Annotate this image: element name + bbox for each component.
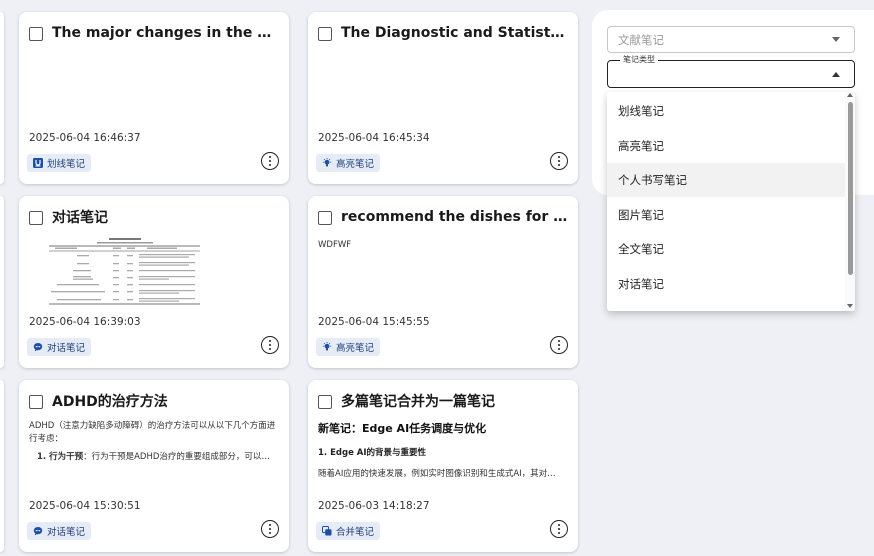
doc-note-placeholder: 文献笔记 xyxy=(618,32,664,47)
more-options-icon[interactable] xyxy=(550,336,568,354)
note-timestamp: 2025-06-04 16:46:37 xyxy=(29,132,141,144)
chat-icon xyxy=(33,342,43,352)
note-timestamp: 2025-06-03 14:18:27 xyxy=(318,500,430,512)
note-type-badge: 对话笔记 xyxy=(27,522,92,540)
highlight-icon xyxy=(322,158,332,168)
select-checkbox[interactable] xyxy=(29,27,43,41)
dropdown-scrollbar[interactable] xyxy=(845,92,855,311)
merge-icon xyxy=(322,526,332,536)
badge-label: 合并笔记 xyxy=(336,527,375,538)
note-title: The major changes in the ASD… xyxy=(52,25,279,41)
note-type-badge: 高亮笔记 xyxy=(316,154,381,172)
note-card[interactable]: 多篇笔记合并为一篇笔记 新笔记：Edge AI任务调度与优化 1. Edge A… xyxy=(308,380,578,552)
note-title: 多篇笔记合并为一篇笔记 xyxy=(341,394,495,410)
note-title: The Diagnostic and Statistical Man… xyxy=(341,25,568,41)
note-body: ADHD（注意力缺陷多动障碍）的治疗方法可以从以下几个方面进行考虑： xyxy=(29,421,276,444)
note-card[interactable]: recommend the dishes for the… WDFWF 2025… xyxy=(308,196,578,368)
select-checkbox[interactable] xyxy=(318,27,332,41)
option-chat-note[interactable]: 对话笔记 xyxy=(607,267,845,301)
note-type-select[interactable]: 笔记类型 xyxy=(607,55,855,88)
underline-icon xyxy=(33,158,43,168)
clipped-card-edge xyxy=(0,380,4,552)
note-title: ADHD的治疗方法 xyxy=(52,394,168,410)
note-type-badge: 高亮笔记 xyxy=(316,338,381,356)
select-checkbox[interactable] xyxy=(318,395,332,409)
note-timestamp: 2025-06-04 16:45:34 xyxy=(318,132,430,144)
chevron-up-icon xyxy=(832,72,840,77)
note-body-item: 1. 行为干预：行为干预是ADHD治疗的重要组成部分，可以… xyxy=(37,452,270,462)
option-underline-note[interactable]: 划线笔记 xyxy=(607,94,845,128)
note-subtitle: 新笔记：Edge AI任务调度与优化 xyxy=(318,422,487,435)
note-card[interactable]: 对话笔记 2025-06-04 16:39:03 对话笔记 xyxy=(19,196,289,368)
note-type-badge: 对话笔记 xyxy=(27,338,92,356)
scrollbar-thumb[interactable] xyxy=(848,102,853,275)
more-options-icon[interactable] xyxy=(261,336,279,354)
note-timestamp: 2025-06-04 15:30:51 xyxy=(29,500,141,512)
note-card[interactable]: ADHD的治疗方法 ADHD（注意力缺陷多动障碍）的治疗方法可以从以下几个方面进… xyxy=(19,380,289,552)
badge-label: 划线笔记 xyxy=(47,159,86,170)
more-options-icon[interactable] xyxy=(261,520,279,538)
note-timestamp: 2025-06-04 16:39:03 xyxy=(29,316,141,328)
note-title: recommend the dishes for the… xyxy=(341,209,568,225)
note-excerpt: 随着AI应用的快速发展，例如实时图像识别和生成式AI，其对… xyxy=(318,469,556,479)
option-handwritten-note[interactable]: 个人书写笔记 xyxy=(607,163,845,197)
clipped-card-edge xyxy=(0,196,4,368)
note-card[interactable]: The Diagnostic and Statistical Man… 2025… xyxy=(308,12,578,184)
badge-label: 高亮笔记 xyxy=(336,343,375,354)
note-section-heading: 1. Edge AI的背景与重要性 xyxy=(318,448,427,458)
more-options-icon[interactable] xyxy=(550,520,568,538)
note-type-label: 笔记类型 xyxy=(620,55,658,65)
option-fulltext-note[interactable]: 全文笔记 xyxy=(607,232,845,266)
chat-icon xyxy=(33,526,43,536)
note-type-badge: 划线笔记 xyxy=(27,154,92,172)
select-checkbox[interactable] xyxy=(318,211,332,225)
more-options-icon[interactable] xyxy=(261,152,279,170)
more-options-icon[interactable] xyxy=(550,152,568,170)
doc-note-select[interactable]: 文献笔记 xyxy=(607,26,855,53)
option-highlight-note[interactable]: 高亮笔记 xyxy=(607,129,845,163)
badge-label: 对话笔记 xyxy=(47,527,86,538)
note-card[interactable]: The major changes in the ASD… 2025-06-04… xyxy=(19,12,289,184)
badge-label: 高亮笔记 xyxy=(336,159,375,170)
badge-label: 对话笔记 xyxy=(47,343,86,354)
note-title: 对话笔记 xyxy=(52,210,108,226)
highlight-icon xyxy=(322,342,332,352)
note-timestamp: 2025-06-04 15:45:55 xyxy=(318,316,430,328)
note-type-dropdown: 划线笔记 高亮笔记 个人书写笔记 图片笔记 全文笔记 对话笔记 xyxy=(607,92,855,311)
note-body: WDFWF xyxy=(318,240,352,250)
option-image-note[interactable]: 图片笔记 xyxy=(607,198,845,232)
note-type-badge: 合并笔记 xyxy=(316,522,381,540)
scroll-down-arrow-icon[interactable] xyxy=(847,304,853,308)
scroll-up-arrow-icon[interactable] xyxy=(847,93,853,97)
chevron-down-icon xyxy=(832,37,840,42)
select-checkbox[interactable] xyxy=(29,395,43,409)
table-thumbnail-image xyxy=(47,236,202,306)
select-checkbox[interactable] xyxy=(29,211,43,225)
clipped-card-edge xyxy=(0,12,4,184)
